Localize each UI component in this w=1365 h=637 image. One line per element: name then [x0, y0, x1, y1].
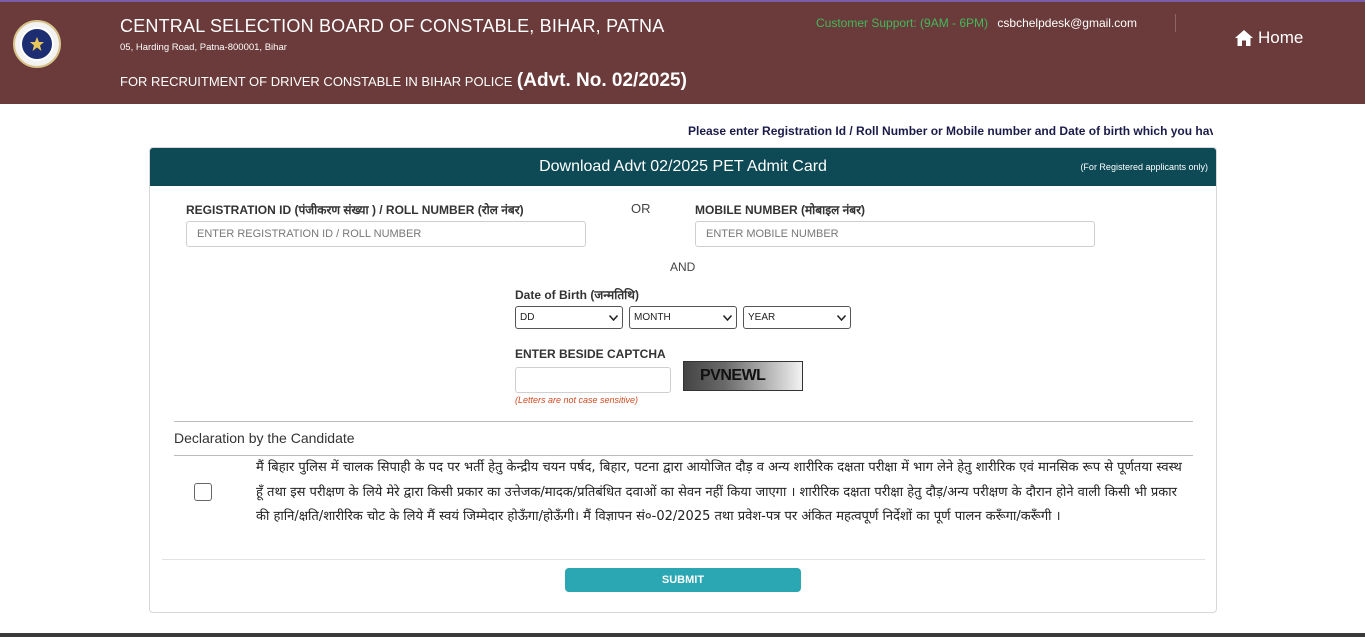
divider — [174, 421, 1193, 422]
footer-bar — [0, 633, 1365, 637]
recruitment-title: FOR RECRUITMENT OF DRIVER CONSTABLE IN B… — [120, 70, 687, 92]
dob-label: Date of Birth (जन्मतिथि) — [515, 288, 639, 302]
mobile-label: MOBILE NUMBER (मोबाइल नंबर) — [695, 203, 866, 217]
admit-card-form: Download Advt 02/2025 PET Admit Card (Fo… — [149, 147, 1217, 613]
declaration-text: मैं बिहार पुलिस में चालक सिपाही के पद पर… — [256, 460, 1182, 524]
home-icon — [1235, 30, 1253, 46]
support-hours: Customer Support: (9AM - 6PM) — [816, 16, 989, 30]
recruitment-text: FOR RECRUITMENT OF DRIVER CONSTABLE IN B… — [120, 74, 513, 89]
customer-support: Customer Support: (9AM - 6PM) csbchelpde… — [816, 16, 1137, 30]
captcha-label: ENTER BESIDE CAPTCHA — [515, 347, 666, 361]
card-title: Download Advt 02/2025 PET Admit Card — [539, 158, 827, 175]
org-name: CENTRAL SELECTION BOARD OF CONSTABLE, BI… — [120, 16, 665, 36]
org-address: 05, Harding Road, Patna-800001, Bihar — [120, 42, 287, 53]
registration-label: REGISTRATION ID (पंजीकरण संख्या ) / ROLL… — [186, 203, 524, 217]
support-email[interactable]: csbchelpdesk@gmail.com — [997, 16, 1137, 30]
dob-year-select[interactable]: YEAR — [743, 306, 851, 329]
dob-year-value: YEAR — [748, 312, 776, 323]
emblem-icon — [13, 20, 61, 68]
divider — [162, 559, 1205, 560]
dob-month-select[interactable]: MONTH — [629, 306, 737, 329]
header-divider — [1175, 14, 1176, 32]
chevron-down-icon — [609, 314, 618, 321]
and-label: AND — [670, 260, 696, 274]
declaration-title: Declaration by the Candidate — [174, 430, 355, 446]
advt-number: (Advt. No. 02/2025) — [516, 70, 687, 91]
or-label: OR — [631, 201, 651, 216]
chevron-down-icon — [837, 314, 846, 321]
captcha-input[interactable] — [515, 367, 671, 393]
card-header: Download Advt 02/2025 PET Admit Card (Fo… — [150, 148, 1216, 186]
instruction-text: Please enter Registration Id / Roll Numb… — [688, 124, 1213, 138]
dob-day-value: DD — [520, 312, 535, 323]
submit-button[interactable]: SUBMIT — [565, 568, 801, 592]
home-link[interactable]: Home — [1234, 28, 1303, 48]
card-subtitle: (For Registered applicants only) — [1080, 162, 1208, 172]
registration-input[interactable] — [186, 221, 586, 247]
declaration-checkbox[interactable] — [194, 483, 212, 501]
mobile-input[interactable] — [695, 221, 1095, 247]
captcha-image: PVNEWL — [683, 361, 803, 391]
dob-month-value: MONTH — [634, 312, 671, 323]
home-label: Home — [1258, 28, 1304, 47]
captcha-note: (Letters are not case sensitive) — [515, 395, 639, 405]
site-header: CENTRAL SELECTION BOARD OF CONSTABLE, BI… — [0, 2, 1365, 104]
dob-day-select[interactable]: DD — [515, 306, 623, 329]
chevron-down-icon — [723, 314, 732, 321]
